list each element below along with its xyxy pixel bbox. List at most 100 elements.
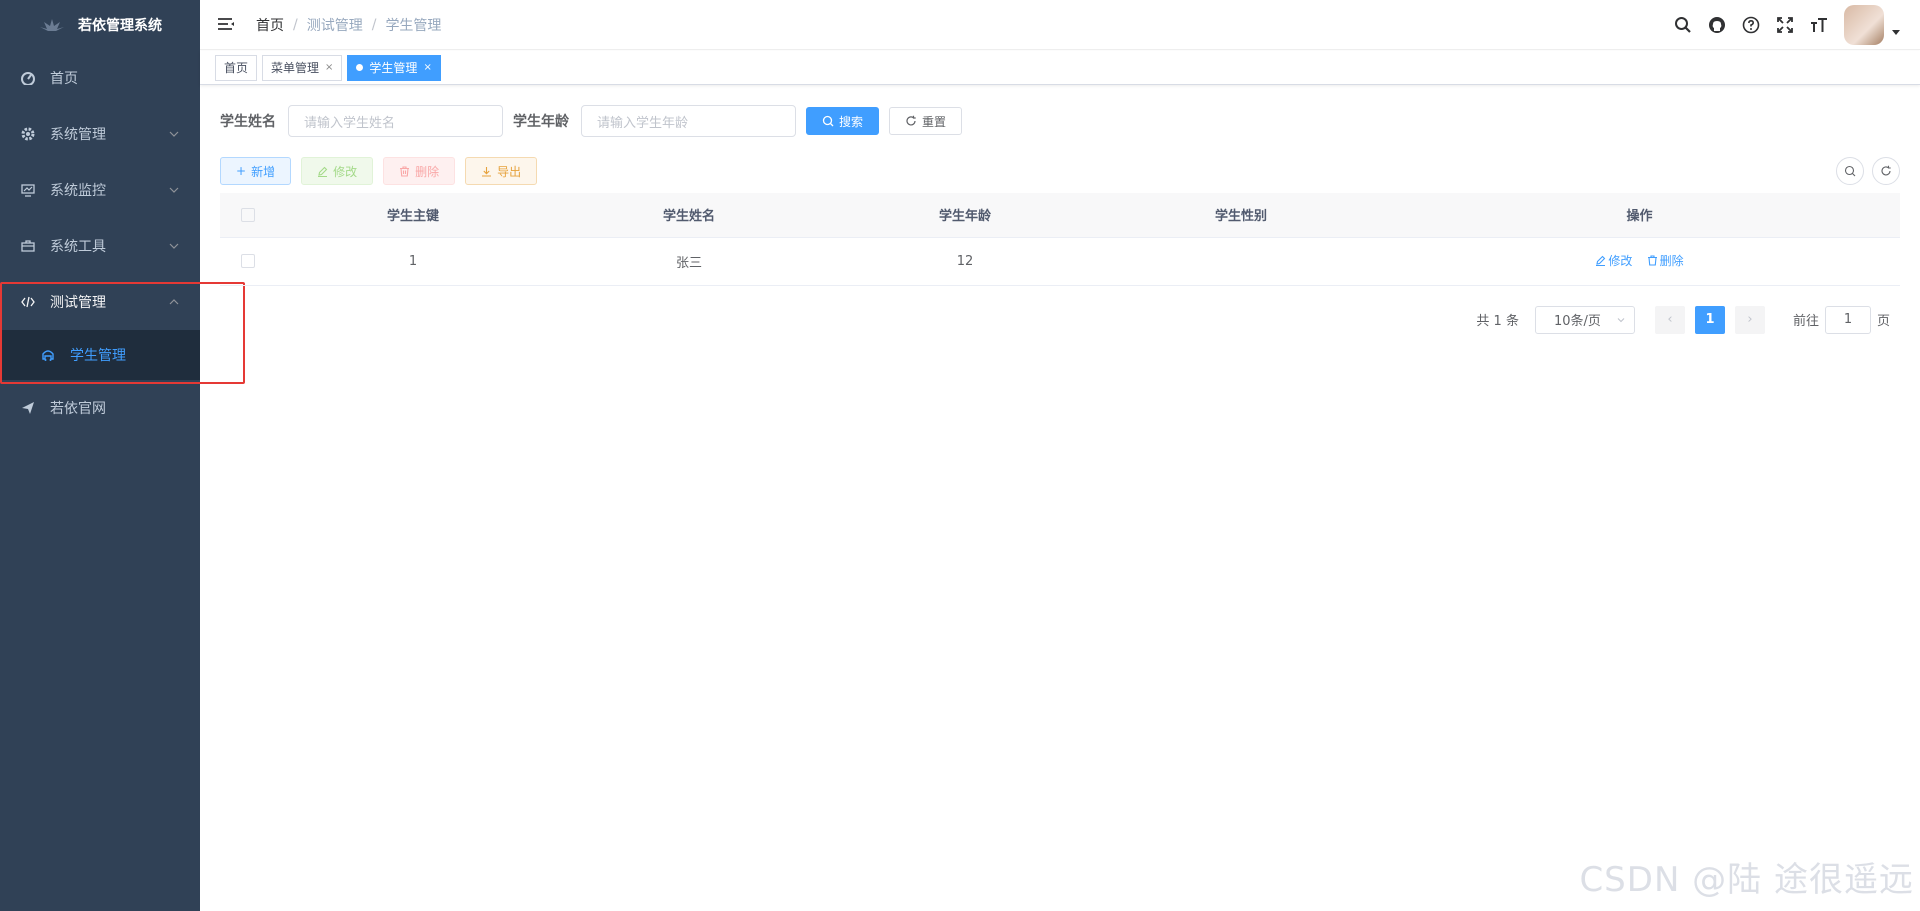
table-header-row: 学生主键 学生姓名 学生年龄 学生性别 操作 xyxy=(220,193,1900,238)
chevron-down-icon xyxy=(169,243,179,249)
logo[interactable]: 若依管理系统 xyxy=(0,0,200,50)
select-all-cell xyxy=(220,193,275,238)
close-icon[interactable]: × xyxy=(325,62,333,73)
export-button[interactable]: 导出 xyxy=(465,157,538,185)
logo-icon xyxy=(40,19,64,31)
next-page-button[interactable]: › xyxy=(1734,305,1765,334)
refresh-icon xyxy=(906,115,916,126)
avatar[interactable] xyxy=(1844,5,1884,45)
page-suffix: 页 xyxy=(1876,314,1890,329)
caret-down-icon[interactable] xyxy=(1892,30,1900,36)
search-form: 学生姓名 请输入学生姓名 学生年龄 请输入学生年龄 搜索 重置 xyxy=(220,105,1900,137)
add-button[interactable]: + 新增 xyxy=(220,157,292,185)
navbar: 首页 / 测试管理 / 学生管理 xyxy=(200,0,1920,50)
monitor-icon xyxy=(20,182,36,198)
trash-icon xyxy=(1647,255,1657,266)
right-toolbar xyxy=(1836,157,1900,185)
page-size-select[interactable]: 10条/页 xyxy=(1534,305,1635,334)
tag-label: 菜单管理 xyxy=(271,61,320,75)
cell-name: 张三 xyxy=(551,237,827,286)
sidebar-item-label: 若依官网 xyxy=(50,401,106,417)
refresh-button[interactable] xyxy=(1872,157,1900,185)
sidebar-item-label: 首页 xyxy=(50,71,78,87)
tags-view: 首页 菜单管理 × 学生管理 × xyxy=(200,51,1920,85)
hamburger-icon[interactable] xyxy=(216,15,236,35)
tag-home[interactable]: 首页 xyxy=(215,54,258,81)
fullscreen-icon[interactable] xyxy=(1776,16,1794,34)
close-icon[interactable]: × xyxy=(423,62,431,73)
download-icon xyxy=(482,166,492,177)
github-icon[interactable] xyxy=(1708,16,1726,34)
chevron-down-icon xyxy=(169,187,179,193)
goto-page-input[interactable]: 1 xyxy=(1824,305,1871,334)
refresh-icon xyxy=(1881,165,1891,176)
sidebar-item-system[interactable]: 系统管理 xyxy=(0,106,200,162)
reset-button[interactable]: 重置 xyxy=(889,107,963,135)
reset-button-label: 重置 xyxy=(922,114,947,129)
delete-button-label: 删除 xyxy=(415,164,440,179)
delete-button[interactable]: 删除 xyxy=(383,157,456,185)
breadcrumb-item: 学生管理 xyxy=(385,17,442,34)
breadcrumb-item: 测试管理 xyxy=(306,17,363,34)
main-content: 学生姓名 请输入学生姓名 学生年龄 请输入学生年龄 搜索 重置 + 新增 修改 删… xyxy=(200,85,1920,354)
row-edit-link[interactable]: 修改 xyxy=(1595,252,1632,269)
age-input[interactable]: 请输入学生年龄 xyxy=(581,105,796,137)
sidebar-item-home[interactable]: 首页 xyxy=(0,50,200,106)
gear-icon xyxy=(20,126,36,142)
page-number[interactable]: 1 xyxy=(1694,305,1725,334)
tag-label: 首页 xyxy=(224,61,249,75)
prev-page-button[interactable]: ‹ xyxy=(1654,305,1685,334)
search-icon xyxy=(822,115,834,127)
name-input[interactable]: 请输入学生姓名 xyxy=(288,105,503,137)
toggle-search-button[interactable] xyxy=(1836,157,1864,185)
column-header: 学生姓名 xyxy=(551,193,827,238)
sidebar-item-tools[interactable]: 系统工具 xyxy=(0,218,200,274)
active-dot-icon xyxy=(356,64,364,71)
column-header: 学生性别 xyxy=(1103,193,1379,238)
edit-button-label: 修改 xyxy=(333,164,358,179)
toolbar: + 新增 修改 删除 导出 xyxy=(220,157,1900,185)
font-size-icon[interactable] xyxy=(1810,16,1828,34)
right-menu xyxy=(1674,0,1900,50)
sidebar-item-website[interactable]: 若依官网 xyxy=(0,380,200,436)
edit-icon xyxy=(318,166,328,177)
trash-icon xyxy=(400,165,410,177)
search-button-label: 搜索 xyxy=(839,114,864,129)
edit-icon xyxy=(1596,255,1606,266)
name-label: 学生姓名 xyxy=(220,114,276,130)
tag-student[interactable]: 学生管理 × xyxy=(347,54,441,81)
total-count: 共 1 条 xyxy=(1476,314,1519,329)
goto-label: 前往 xyxy=(1792,314,1819,329)
plus-icon: + xyxy=(236,164,247,178)
export-button-label: 导出 xyxy=(497,164,522,179)
search-icon xyxy=(1844,165,1856,177)
cell-id: 1 xyxy=(275,237,551,286)
watermark: CSDN @陆 途很遥远 xyxy=(1579,860,1914,900)
column-header: 学生年龄 xyxy=(827,193,1103,238)
tag-menu[interactable]: 菜单管理 × xyxy=(262,54,343,81)
breadcrumb-separator: / xyxy=(371,16,377,33)
student-table: 学生主键 学生姓名 学生年龄 学生性别 操作 1 张三 12 修改 删除 xyxy=(220,193,1900,286)
sidebar-item-monitor[interactable]: 系统监控 xyxy=(0,162,200,218)
breadcrumb-item[interactable]: 首页 xyxy=(256,15,284,35)
breadcrumb: 首页 / 测试管理 / 学生管理 xyxy=(256,15,441,35)
edit-button[interactable]: 修改 xyxy=(301,157,374,185)
row-delete-label: 删除 xyxy=(1659,254,1684,268)
column-header: 操作 xyxy=(1379,193,1900,238)
cell-gender xyxy=(1103,237,1379,286)
select-all-checkbox[interactable] xyxy=(240,207,255,222)
pagination: 共 1 条 10条/页 ‹ 1 › 前往 1 页 xyxy=(220,305,1900,334)
toolbox-icon xyxy=(20,238,36,254)
help-icon[interactable] xyxy=(1742,16,1760,34)
search-button[interactable]: 搜索 xyxy=(806,107,880,135)
search-icon[interactable] xyxy=(1674,16,1692,34)
age-label: 学生年龄 xyxy=(513,114,569,130)
row-delete-link[interactable]: 删除 xyxy=(1647,252,1684,269)
column-header: 学生主键 xyxy=(275,193,551,238)
row-checkbox[interactable] xyxy=(240,254,255,268)
dashboard-icon xyxy=(20,70,36,86)
send-icon xyxy=(20,400,36,416)
sidebar-item-label: 系统工具 xyxy=(50,239,106,255)
add-button-label: 新增 xyxy=(251,164,276,179)
breadcrumb-separator: / xyxy=(293,16,298,33)
